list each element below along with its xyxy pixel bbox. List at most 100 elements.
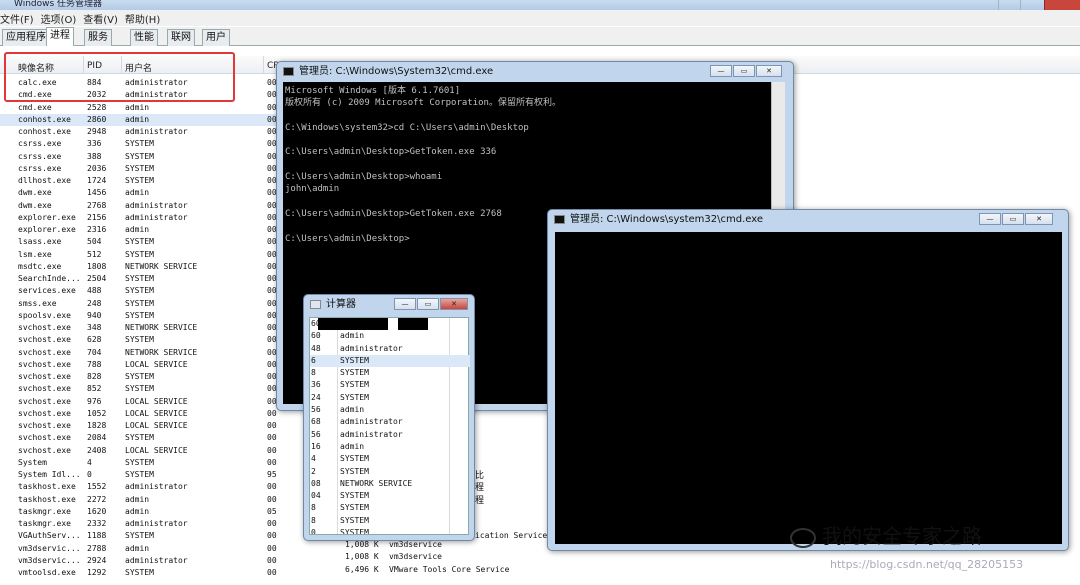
process-user: SYSTEM: [125, 176, 154, 185]
process-row[interactable]: conhost.exe 2860 admin 00: [0, 113, 300, 126]
calc-row[interactable]: 2 SYSTEM: [310, 466, 470, 478]
close-button[interactable]: ✕: [1025, 213, 1053, 225]
process-row[interactable]: cmd.exe 2528 admin 00: [0, 102, 300, 114]
process-row[interactable]: svchost.exe 976 LOCAL SERVICE 00: [0, 396, 300, 408]
process-row[interactable]: csrss.exe 2036 SYSTEM 00: [0, 163, 300, 175]
process-row[interactable]: svchost.exe 788 LOCAL SERVICE 00: [0, 359, 300, 371]
process-name: conhost.exe: [18, 127, 71, 136]
process-name: lsm.exe: [18, 249, 52, 259]
minimize-button[interactable]: —: [710, 65, 732, 77]
close-button[interactable]: [1044, 0, 1080, 10]
process-row[interactable]: dwm.exe 2768 administrator 00: [0, 200, 300, 212]
calc-row[interactable]: 4 SYSTEM: [310, 453, 470, 465]
calc-row-id: 08: [311, 478, 321, 488]
process-row[interactable]: dwm.exe 1456 admin 00: [0, 187, 300, 199]
cmd-window-2[interactable]: 管理员: C:\Windows\system32\cmd.exe — ▭ ✕: [547, 209, 1069, 551]
process-row[interactable]: explorer.exe 2156 administrator 00: [0, 212, 300, 224]
menu-options[interactable]: 选项(O): [41, 10, 84, 26]
calc-row[interactable]: 56 administrator: [310, 429, 470, 441]
menu-help[interactable]: 帮助(H): [125, 10, 167, 26]
process-row[interactable]: csrss.exe 388 SYSTEM 00: [0, 151, 300, 163]
process-row[interactable]: System 4 SYSTEM 00: [0, 457, 300, 469]
process-row[interactable]: taskmgr.exe 1620 admin 05: [0, 506, 300, 518]
process-row[interactable]: taskhost.exe 2272 admin 00: [0, 494, 300, 506]
process-row[interactable]: taskmgr.exe 2332 administrator 00: [0, 518, 300, 530]
tab-users[interactable]: 用户: [202, 29, 230, 46]
process-pid: 2504: [87, 274, 107, 283]
calc-row[interactable]: 36 SYSTEM: [310, 379, 470, 391]
process-name: csrss.exe: [18, 163, 62, 173]
process-row[interactable]: svchost.exe 1828 LOCAL SERVICE 00: [0, 420, 300, 432]
cmd2-console[interactable]: [555, 232, 1062, 544]
calc-row-id: 68: [311, 417, 321, 427]
process-row[interactable]: svchost.exe 704 NETWORK SERVICE 00: [0, 347, 300, 359]
tab-networking[interactable]: 联网: [167, 29, 195, 46]
minimize-button[interactable]: —: [394, 298, 416, 310]
description-value: VMware Tools Core Service: [389, 564, 510, 574]
process-row[interactable]: vm3dservic... 2788 admin 00: [0, 543, 300, 555]
process-row[interactable]: vm3dservic... 2924 administrator 00: [0, 555, 300, 567]
minimize-button[interactable]: [998, 0, 1020, 10]
calc-row-id: 36: [311, 380, 321, 390]
process-user: admin: [125, 506, 150, 516]
process-row[interactable]: conhost.exe 2948 administrator 00: [0, 126, 300, 138]
process-user: SYSTEM: [125, 384, 154, 394]
menu-file[interactable]: 文件(F): [0, 10, 41, 26]
process-row[interactable]: spoolsv.exe 940 SYSTEM 00: [0, 310, 300, 322]
calc-row[interactable]: 04 SYSTEM: [310, 490, 470, 502]
process-row[interactable]: VGAuthServ... 1188 SYSTEM 00: [0, 530, 300, 542]
menu-view[interactable]: 查看(V): [83, 10, 125, 26]
calc-row[interactable]: 60SYST: [310, 318, 470, 330]
process-row[interactable]: msdtc.exe 1808 NETWORK SERVICE 00: [0, 261, 300, 273]
close-button[interactable]: ✕: [440, 298, 468, 310]
calc-row[interactable]: 48 administrator: [310, 343, 470, 355]
process-row[interactable]: explorer.exe 2316 admin 00: [0, 224, 300, 236]
process-row[interactable]: vmtoolsd.exe 1292 SYSTEM 00: [0, 567, 300, 579]
process-row[interactable]: svchost.exe 348 NETWORK SERVICE 00: [0, 322, 300, 334]
calc-row[interactable]: 8 SYSTEM: [310, 367, 470, 379]
process-row[interactable]: svchost.exe 852 SYSTEM 00: [0, 383, 300, 395]
process-row[interactable]: svchost.exe 628 SYSTEM 00: [0, 334, 300, 346]
tab-processes[interactable]: 进程: [46, 27, 74, 46]
calc-row[interactable]: 0 SYSTEM: [310, 527, 470, 534]
calc-row[interactable]: 68 administrator: [310, 416, 470, 428]
process-user: SYSTEM: [125, 457, 154, 467]
process-row[interactable]: SearchInde... 2504 SYSTEM 00: [0, 273, 300, 285]
maximize-button[interactable]: ▭: [417, 298, 439, 310]
maximize-button[interactable]: ▭: [1002, 213, 1024, 225]
close-button[interactable]: ✕: [756, 65, 782, 77]
process-row[interactable]: services.exe 488 SYSTEM 00: [0, 285, 300, 297]
process-row[interactable]: System Idl... 0 SYSTEM 95: [0, 469, 300, 481]
calc-row[interactable]: 8 SYSTEM: [310, 515, 470, 527]
process-row[interactable]: lsm.exe 512 SYSTEM 00: [0, 249, 300, 261]
process-user: SYSTEM: [125, 274, 154, 283]
tab-services[interactable]: 服务: [84, 29, 112, 46]
calc-row-user: administrator: [340, 343, 403, 353]
tab-performance[interactable]: 性能: [130, 29, 158, 46]
calc-row[interactable]: 60 admin: [310, 330, 470, 342]
process-row[interactable]: taskhost.exe 1552 administrator 00: [0, 481, 300, 493]
process-row[interactable]: csrss.exe 336 SYSTEM 00: [0, 138, 300, 150]
calc-row[interactable]: 08 NETWORK SERVICE: [310, 478, 470, 490]
partial-text: 程: [475, 495, 485, 506]
process-row[interactable]: smss.exe 248 SYSTEM 00: [0, 298, 300, 310]
process-row[interactable]: svchost.exe 828 SYSTEM 00: [0, 371, 300, 383]
calc-row[interactable]: 24 SYSTEM: [310, 392, 470, 404]
process-row[interactable]: svchost.exe 2408 LOCAL SERVICE 00: [0, 445, 300, 457]
process-row[interactable]: lsass.exe 504 SYSTEM 00: [0, 236, 300, 248]
tab-applications[interactable]: 应用程序: [2, 29, 50, 46]
calc-row-user: SYSTEM: [340, 515, 369, 525]
process-row[interactable]: svchost.exe 2084 SYSTEM 00: [0, 432, 300, 444]
process-row[interactable]: svchost.exe 1052 LOCAL SERVICE 00: [0, 408, 300, 420]
process-row[interactable]: dllhost.exe 1724 SYSTEM 00: [0, 175, 300, 187]
calc-row[interactable]: 8 SYSTEM: [310, 502, 470, 514]
minimize-button[interactable]: —: [979, 213, 1001, 225]
maximize-button[interactable]: ▭: [733, 65, 755, 77]
calc-row[interactable]: 16 admin: [310, 441, 470, 453]
calculator-window[interactable]: 计算器 — ▭ ✕ 60SYST60admin48administrator6S…: [303, 294, 475, 541]
maximize-button[interactable]: [1020, 0, 1044, 10]
calc-row[interactable]: 6 SYSTEM: [310, 354, 470, 368]
calc-row[interactable]: 56 admin: [310, 404, 470, 416]
column-divider[interactable]: [263, 56, 264, 74]
process-pid: 0: [87, 470, 92, 479]
